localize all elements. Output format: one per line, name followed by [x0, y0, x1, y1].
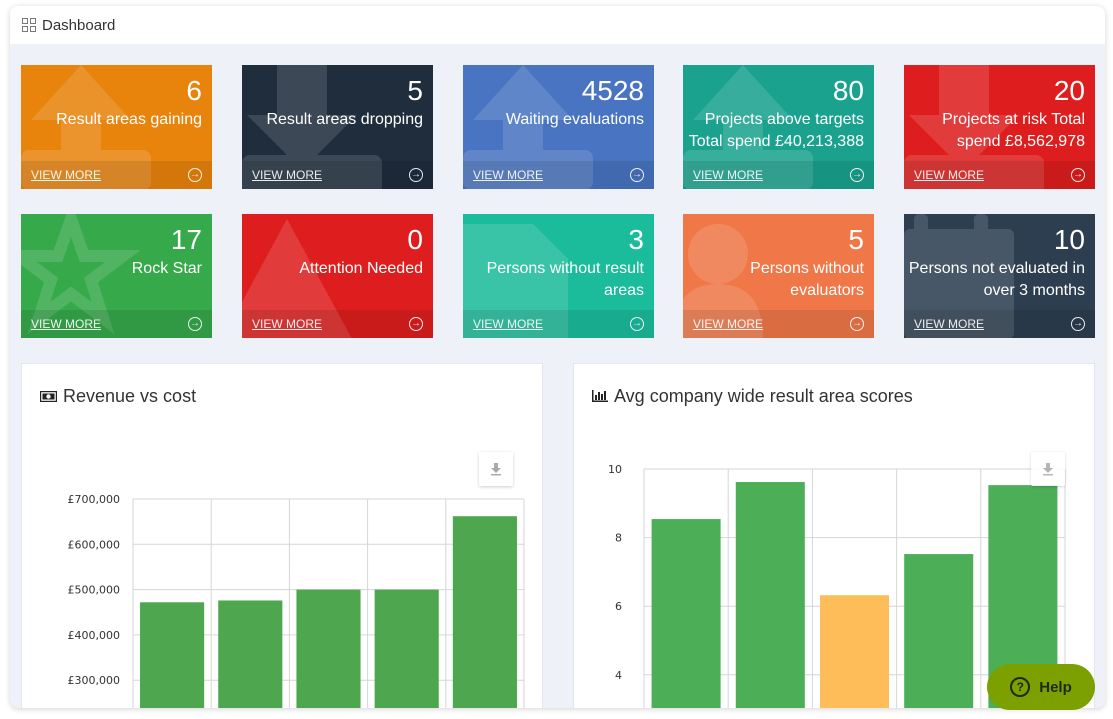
stat-value: 80	[832, 75, 864, 106]
stat-label: Projects at risk Total spend £8,562,978	[942, 111, 1085, 150]
arrow-right-icon[interactable]: →	[409, 317, 423, 331]
stat-value: 10	[1053, 224, 1085, 255]
view-more-link[interactable]: VIEW MORE	[693, 168, 763, 182]
bar[interactable]	[452, 516, 517, 708]
download-icon	[1043, 463, 1053, 476]
stat-value: 0	[407, 224, 423, 255]
scores-chart: 4 6 8 10	[608, 463, 1066, 708]
card-footer: VIEW MORE →	[242, 161, 433, 189]
stat-value: 3	[628, 224, 644, 255]
dashboard-frame: Dashboard 6 Result areas gaining VIEW MORE…	[10, 6, 1105, 708]
arrow-right-icon[interactable]: →	[409, 168, 423, 182]
stat-value: 6	[186, 75, 202, 106]
scores-panel: Avg company wide result area scores 4681…	[573, 363, 1095, 708]
stat-card[interactable]: 3 Persons without result areas VIEW MORE →	[463, 214, 654, 338]
stat-label: Persons without evaluators	[750, 260, 864, 299]
stat-label: Waiting evaluations	[505, 111, 644, 128]
stat-label: Persons without result areas	[486, 260, 644, 299]
card-footer: VIEW MORE →	[21, 310, 212, 338]
y-tick-label: 4	[615, 669, 622, 682]
view-more-link[interactable]: VIEW MORE	[31, 168, 101, 182]
view-more-link[interactable]: VIEW MORE	[914, 168, 984, 182]
stat-card[interactable]: 6 Result areas gaining VIEW MORE →	[21, 65, 212, 189]
stat-card[interactable]: 4528 Waiting evaluations VIEW MORE →	[463, 65, 654, 189]
card-footer: VIEW MORE →	[463, 310, 654, 338]
help-label: Help	[1039, 678, 1072, 696]
revenue-download-button[interactable]	[479, 452, 513, 486]
download-icon	[491, 463, 501, 476]
bar[interactable]	[140, 602, 205, 708]
stat-value: 20	[1053, 75, 1085, 106]
card-footer: VIEW MORE →	[21, 161, 212, 189]
y-tick-label: £500,000	[68, 584, 121, 597]
arrow-right-icon[interactable]: →	[630, 317, 644, 331]
bar[interactable]	[819, 595, 890, 708]
arrow-right-icon[interactable]: →	[850, 168, 864, 182]
stat-label: Rock Star	[131, 260, 202, 277]
stat-value: 17	[170, 224, 202, 255]
bar[interactable]	[735, 482, 805, 708]
y-tick-label: £600,000	[68, 538, 121, 551]
bar[interactable]	[651, 519, 721, 708]
stat-value: 4528	[581, 75, 644, 106]
card-footer: VIEW MORE →	[683, 161, 874, 189]
arrow-right-icon[interactable]: →	[630, 168, 644, 182]
arrow-right-icon[interactable]: →	[1071, 168, 1085, 182]
stat-value: 5	[407, 75, 423, 106]
card-footer: VIEW MORE →	[904, 161, 1095, 189]
view-more-link[interactable]: VIEW MORE	[914, 317, 984, 331]
bar[interactable]	[374, 589, 439, 708]
y-tick-label: £300,000	[68, 674, 121, 687]
stat-card[interactable]: 5 Result areas dropping VIEW MORE →	[242, 65, 433, 189]
top-bar: Dashboard	[10, 6, 1105, 44]
stat-card[interactable]: 20 Projects at risk Total spend £8,562,97…	[904, 65, 1095, 189]
stat-label: Projects above targets Total spend £40,2…	[688, 111, 864, 150]
arrow-right-icon[interactable]: →	[1071, 317, 1085, 331]
view-more-link[interactable]: VIEW MORE	[693, 317, 763, 331]
arrow-right-icon[interactable]: →	[850, 317, 864, 331]
card-footer: VIEW MORE →	[242, 310, 433, 338]
view-more-link[interactable]: VIEW MORE	[473, 317, 543, 331]
help-button[interactable]: ? Help	[987, 664, 1095, 710]
stat-card[interactable]: 17 Rock Star VIEW MORE →	[21, 214, 212, 338]
stat-label: Result areas gaining	[56, 111, 202, 128]
stat-card[interactable]: 0 Attention Needed VIEW MORE →	[242, 214, 433, 338]
view-more-link[interactable]: VIEW MORE	[31, 317, 101, 331]
bar[interactable]	[218, 600, 283, 708]
arrow-right-icon[interactable]: →	[188, 317, 202, 331]
revenue-panel: Revenue vs cost £300,000 £400,000 £500,000…	[21, 363, 543, 708]
y-tick-label: £700,000	[68, 493, 121, 506]
y-tick-label: 6	[615, 600, 622, 613]
question-icon: ?	[1010, 677, 1031, 697]
stat-label: Persons not evaluated in over 3 months	[908, 260, 1085, 299]
page-title: Dashboard	[42, 16, 116, 34]
revenue-chart: £300,000 £400,000 £500,000 £600,000 £700,000	[68, 493, 525, 708]
card-footer: VIEW MORE →	[463, 161, 654, 189]
view-more-link[interactable]: VIEW MORE	[252, 168, 322, 182]
y-tick-label: £400,000	[68, 629, 121, 642]
stat-value: 5	[848, 224, 864, 255]
y-tick-label: 8	[615, 532, 622, 545]
stat-label: Result areas dropping	[266, 111, 423, 128]
view-more-link[interactable]: VIEW MORE	[473, 168, 543, 182]
bar[interactable]	[904, 554, 974, 708]
stat-label: Attention Needed	[299, 260, 423, 277]
y-tick-label: 10	[608, 463, 622, 476]
arrow-right-icon[interactable]: →	[188, 168, 202, 182]
stat-card[interactable]: 10 Persons not evaluated in over 3 months…	[904, 214, 1095, 338]
card-footer: VIEW MORE →	[683, 310, 874, 338]
grid-icon	[22, 18, 36, 32]
card-footer: VIEW MORE →	[904, 310, 1095, 338]
scores-download-button[interactable]	[1031, 452, 1065, 486]
bar[interactable]	[296, 589, 361, 708]
stat-card[interactable]: 80 Projects above targets Total spend £40…	[683, 65, 874, 189]
view-more-link[interactable]: VIEW MORE	[252, 317, 322, 331]
stat-card[interactable]: 5 Persons without evaluators VIEW MORE →	[683, 214, 874, 338]
